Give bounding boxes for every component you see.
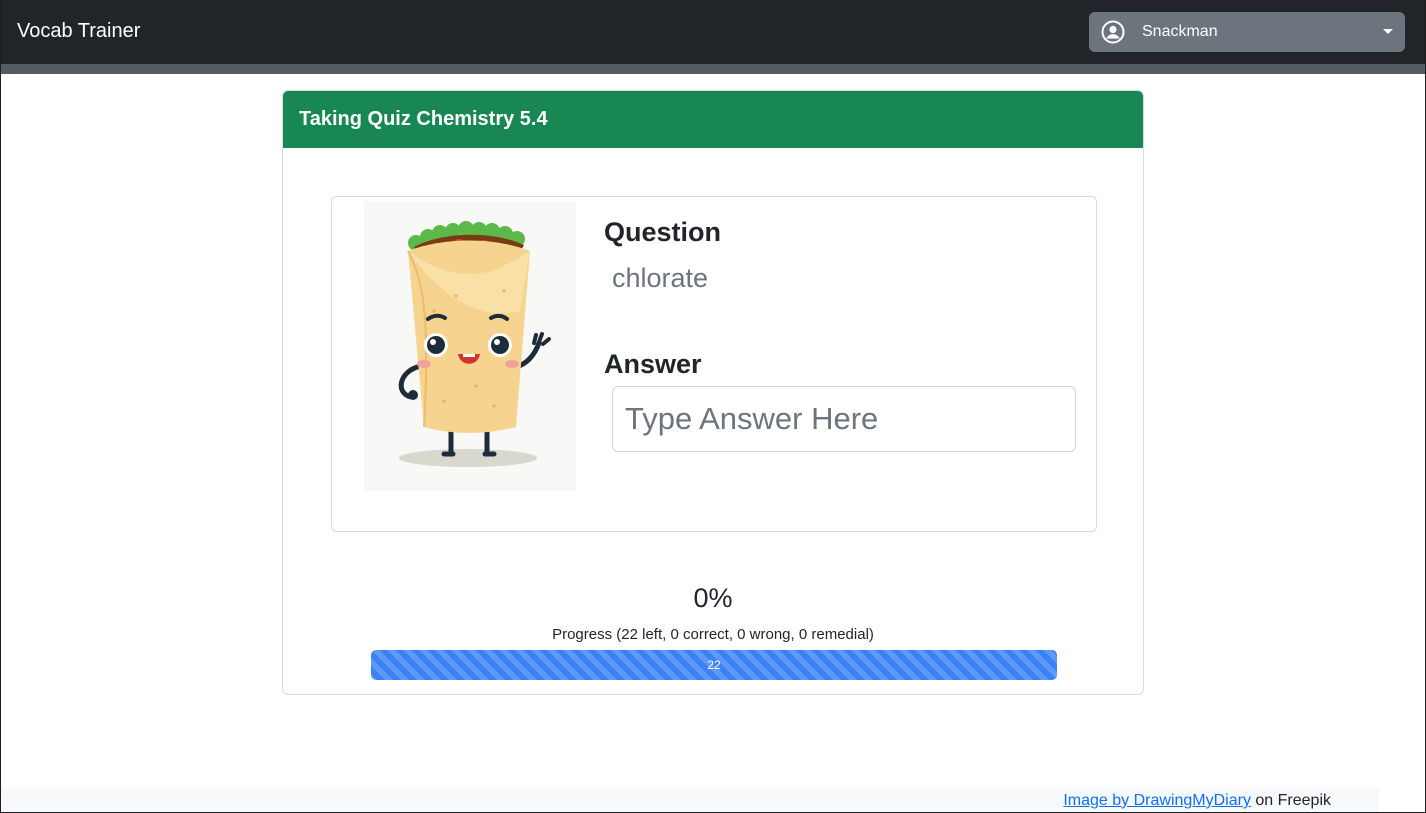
user-name: Snackman <box>1142 23 1218 40</box>
question-text: chlorate <box>612 263 709 293</box>
image-credit-suffix: on Freepik <box>1250 792 1331 809</box>
progress-percent: 0% <box>693 583 733 613</box>
progress-bar-remaining: 22 <box>371 650 1057 680</box>
navbar: Vocab Trainer Snackman <box>1 0 1425 64</box>
quiz-card: Taking Quiz Chemistry 5.4 Question chlor… <box>282 90 1144 695</box>
image-credit: Image by DrawingMyDiary on Freepik <box>1063 792 1331 810</box>
quiz-title: Taking Quiz Chemistry 5.4 <box>283 91 1143 148</box>
user-circle-icon <box>1101 20 1125 44</box>
answer-heading: Answer <box>604 349 702 379</box>
answer-input[interactable] <box>612 386 1076 452</box>
user-menu-dropdown[interactable]: Snackman <box>1089 12 1405 52</box>
brand-title[interactable]: Vocab Trainer <box>17 20 140 43</box>
footer: Image by DrawingMyDiary on Freepik <box>1 788 1379 812</box>
caret-down-icon <box>1383 29 1393 34</box>
question-heading: Question <box>604 217 722 247</box>
progress-bar-track: 22 <box>371 650 1057 680</box>
progress-summary: Progress (22 left, 0 correct, 0 wrong, 0… <box>552 626 874 643</box>
navbar-divider <box>1 64 1425 74</box>
image-credit-link[interactable]: Image by DrawingMyDiary <box>1063 792 1251 809</box>
burrito-mascot-illustration <box>364 201 576 491</box>
question-card: Question chlorate Answer <box>331 196 1097 532</box>
